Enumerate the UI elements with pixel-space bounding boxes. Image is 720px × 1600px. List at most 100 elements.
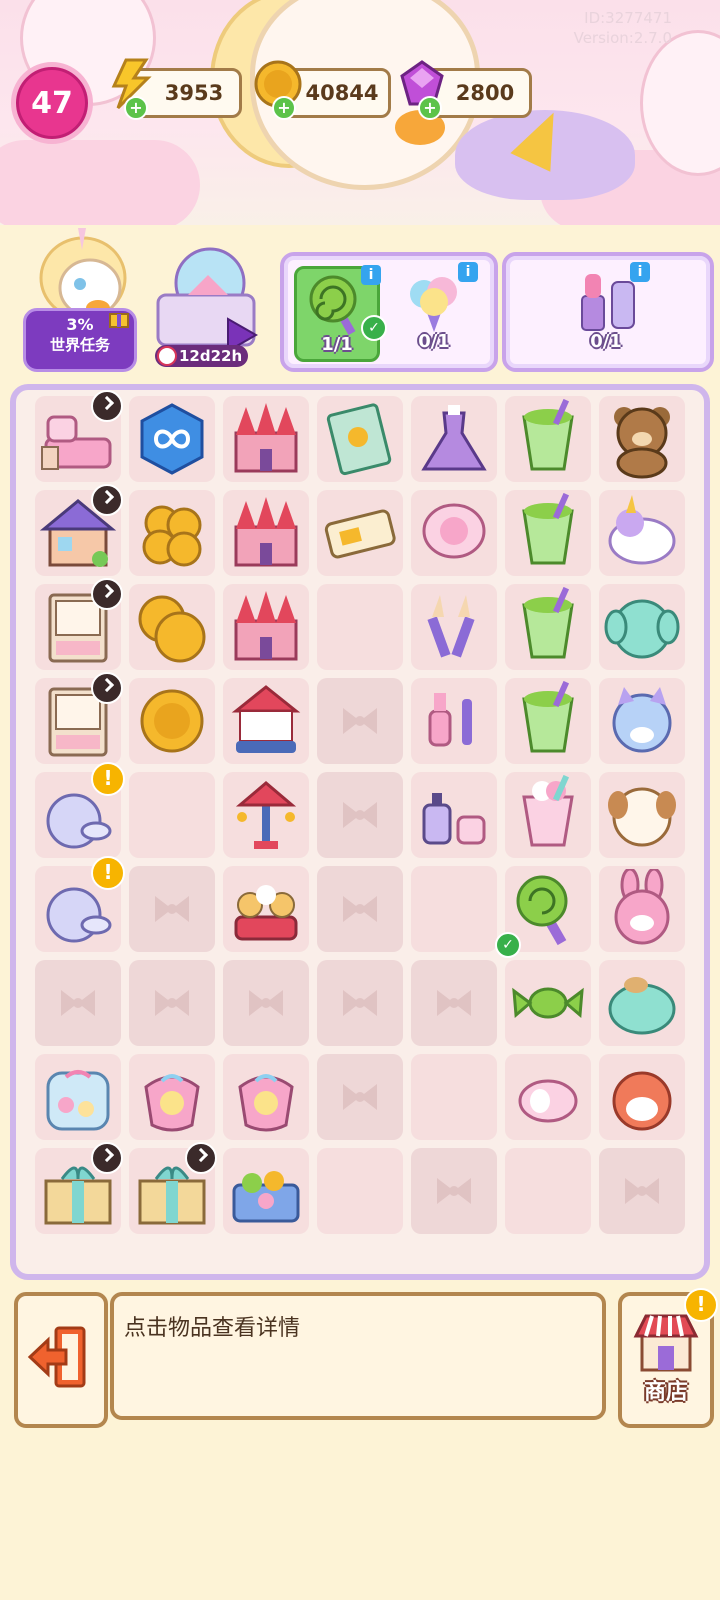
empty-cell[interactable] [317, 584, 403, 670]
add-gem-button[interactable]: + [418, 96, 442, 120]
locked-cell[interactable] [317, 678, 403, 764]
event-park-icon[interactable] [148, 245, 266, 355]
energy-value: 3953 [164, 81, 224, 105]
board-cell[interactable] [599, 960, 685, 1046]
order-panel-1[interactable]: 1/1 i ✓ 0/1 i [280, 252, 498, 372]
empty-cell[interactable] [129, 772, 215, 858]
board-cell[interactable] [505, 1054, 591, 1140]
order-slot-lollipop[interactable]: 1/1 i ✓ [294, 265, 387, 362]
add-energy-button[interactable]: + [124, 96, 148, 120]
candy-icon [512, 987, 584, 1019]
level-badge[interactable]: 47 [11, 62, 93, 144]
board-cell[interactable] [505, 678, 591, 764]
info-icon[interactable]: i [458, 262, 478, 282]
locked-cell[interactable] [411, 1148, 497, 1234]
empty-cell[interactable] [411, 1054, 497, 1140]
board-cell[interactable] [129, 1054, 215, 1140]
green-drink-icon [522, 587, 574, 659]
board-cell[interactable] [317, 396, 403, 482]
compact-icon [422, 503, 486, 559]
board-cell[interactable] [35, 672, 123, 764]
board-cell[interactable] [411, 678, 497, 764]
locked-cell[interactable] [599, 1148, 685, 1234]
board-cell[interactable] [411, 584, 497, 670]
order-panel-2[interactable]: 0/1 i [502, 252, 714, 372]
board-cell[interactable] [599, 396, 685, 482]
order-slot-cotton-candy[interactable]: 0/1 i [394, 262, 478, 356]
board-cell[interactable] [599, 584, 685, 670]
info-icon[interactable]: i [361, 265, 381, 285]
castle-icon [234, 591, 298, 661]
board-cell[interactable]: ! [35, 856, 125, 952]
board-cell[interactable] [129, 396, 215, 482]
board-cell[interactable] [223, 1054, 309, 1140]
board-cell[interactable] [505, 396, 591, 482]
board-cell[interactable] [223, 396, 309, 482]
board-cell[interactable] [35, 578, 123, 670]
locked-cell[interactable] [223, 960, 309, 1046]
empty-cell[interactable] [505, 1148, 591, 1234]
locked-cell[interactable] [129, 960, 215, 1046]
locked-cell[interactable] [317, 866, 403, 952]
board-cell[interactable] [223, 584, 309, 670]
castle-icon [234, 497, 298, 567]
perfume-set-icon [422, 793, 486, 845]
bow-icon [625, 1178, 659, 1204]
bow-icon [343, 802, 377, 828]
locked-cell[interactable] [317, 772, 403, 858]
board-cell[interactable] [599, 772, 685, 858]
board-cell[interactable] [129, 584, 215, 670]
bow-icon [343, 1084, 377, 1110]
board-cell[interactable]: ! [35, 762, 125, 858]
board-cell[interactable]: ✓ [495, 866, 591, 958]
check-icon: ✓ [361, 315, 387, 341]
board-cell[interactable] [505, 584, 591, 670]
empty-cell[interactable] [317, 1148, 403, 1234]
locked-cell[interactable] [129, 866, 215, 952]
bow-icon [343, 708, 377, 734]
shop-alert-icon: ! [684, 1288, 718, 1322]
board-cell[interactable] [599, 1054, 685, 1140]
elephant-plush-icon [604, 599, 680, 659]
exit-button[interactable] [14, 1292, 108, 1428]
board-cell[interactable] [35, 1054, 121, 1140]
locked-cell[interactable] [35, 960, 121, 1046]
board-cell[interactable] [599, 678, 685, 764]
board-cell[interactable] [223, 772, 309, 858]
board-cell[interactable] [129, 490, 215, 576]
board-cell[interactable] [35, 390, 123, 482]
board-cell[interactable] [411, 772, 497, 858]
board-cell[interactable] [505, 960, 591, 1046]
locked-cell[interactable] [317, 960, 403, 1046]
board-cell[interactable] [317, 490, 403, 576]
candy-tray-icon [232, 1171, 300, 1223]
mochi-icon [518, 1079, 578, 1123]
board-cell[interactable] [129, 678, 215, 764]
board-cell[interactable] [505, 772, 591, 858]
add-coin-button[interactable]: + [272, 96, 296, 120]
board-cell[interactable] [599, 490, 685, 576]
board-cell[interactable] [223, 866, 309, 952]
locked-cell[interactable] [317, 1054, 403, 1140]
shop-button[interactable]: ! 商店 [618, 1288, 718, 1428]
board-cell[interactable] [223, 1148, 309, 1234]
board-cell[interactable] [223, 490, 309, 576]
candy-bag-icon [144, 1074, 200, 1132]
board-cell[interactable] [411, 396, 497, 482]
candy-jar-icon [46, 1070, 110, 1131]
board-cell[interactable] [411, 490, 497, 576]
info-icon[interactable]: i [630, 262, 650, 282]
order-slot-cosmetics[interactable]: 0/1 i [566, 262, 650, 356]
board-cell[interactable] [35, 484, 123, 576]
board-cell[interactable] [223, 678, 309, 764]
empty-cell[interactable] [411, 866, 497, 952]
merge-board: !! ✓ [10, 384, 710, 1280]
board-cell[interactable] [505, 490, 591, 576]
locked-cell[interactable] [411, 960, 497, 1046]
board-cell[interactable] [35, 1142, 123, 1234]
board-cell[interactable] [129, 1142, 217, 1234]
timer-badge-icon [91, 390, 123, 422]
teacup-ride-icon [234, 885, 298, 941]
dog-plush-icon [608, 787, 676, 847]
board-cell[interactable] [599, 866, 685, 952]
